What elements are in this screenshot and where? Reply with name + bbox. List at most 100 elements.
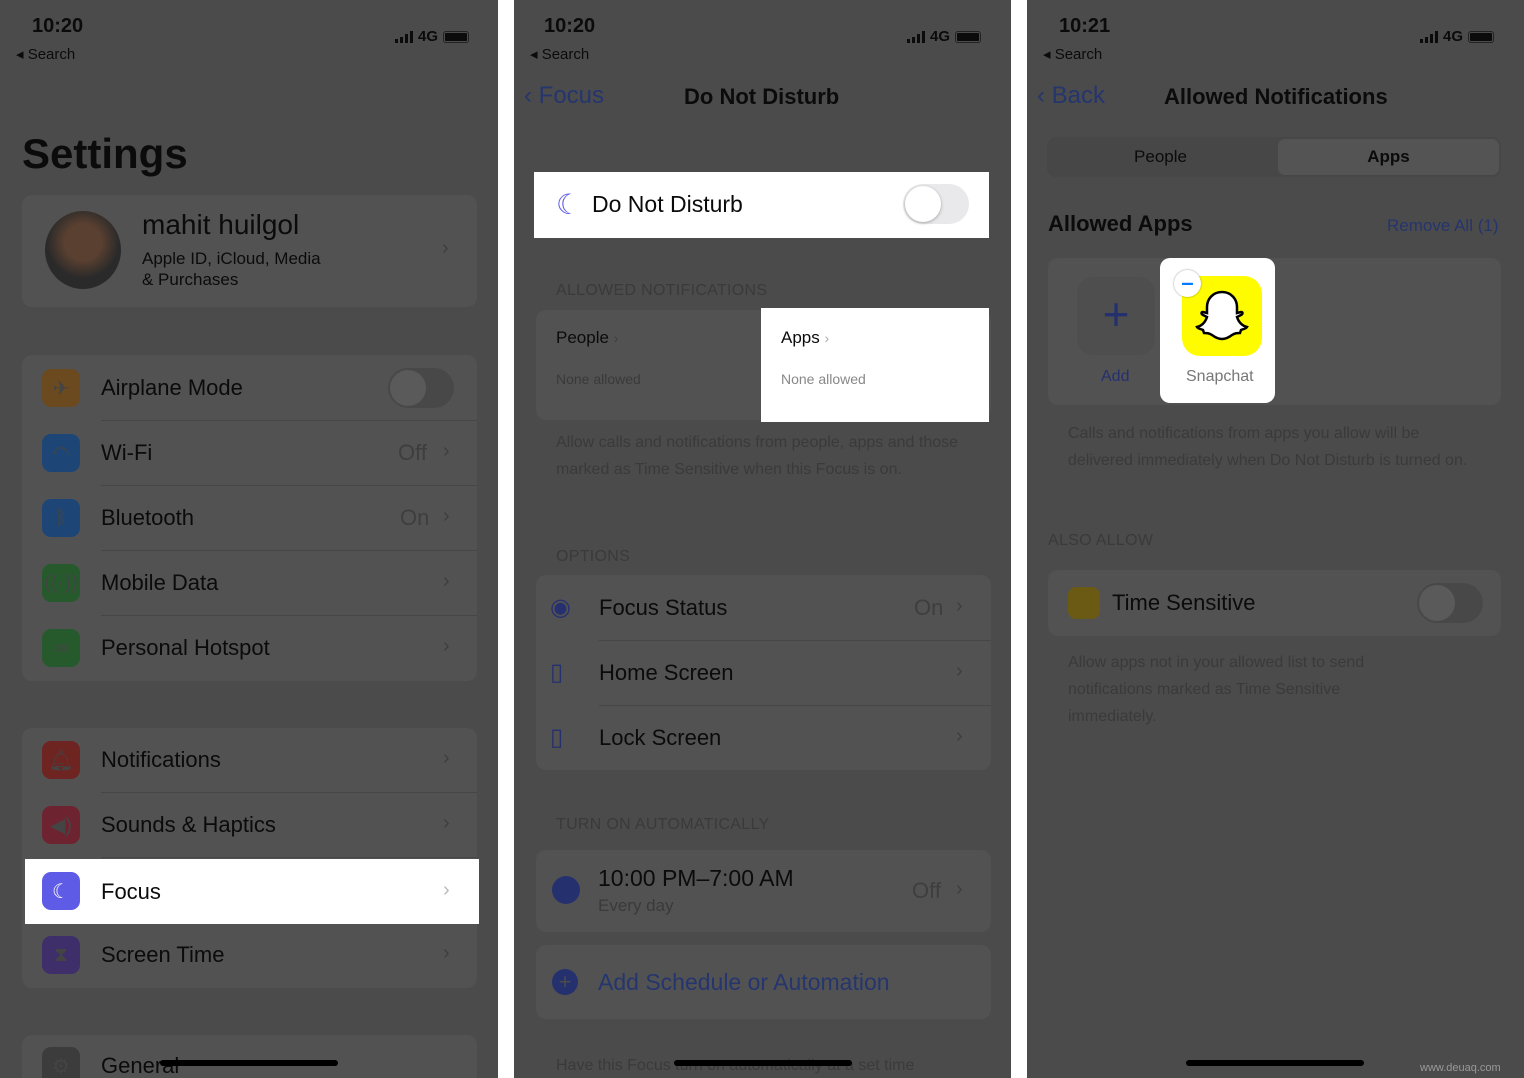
apps-button[interactable]: Apps › None allowed bbox=[761, 308, 989, 422]
dnd-toggle[interactable] bbox=[903, 184, 969, 224]
back-to-search[interactable]: ◂ Search bbox=[1043, 45, 1102, 63]
chevron-right-icon: › bbox=[443, 440, 450, 462]
profile-subtitle-2: & Purchases bbox=[142, 270, 239, 289]
page-title: Settings bbox=[22, 130, 188, 177]
status-icons: 4G bbox=[395, 28, 470, 45]
battery-icon bbox=[1468, 30, 1495, 43]
add-schedule-button[interactable]: + Add Schedule or Automation bbox=[536, 945, 991, 1019]
antenna-icon: ((·)) bbox=[42, 564, 80, 602]
wifi-icon: ◠ bbox=[42, 434, 80, 472]
do-not-disturb-screen: 10:20 ◂ Search 4G ‹ Focus Do Not Disturb… bbox=[514, 0, 1011, 1078]
row-label: Mobile Data bbox=[101, 570, 219, 595]
section-header: TURN ON AUTOMATICALLY bbox=[556, 816, 770, 833]
hotspot-icon: ∞ bbox=[42, 629, 80, 667]
nav-title: Allowed Notifications bbox=[1164, 84, 1388, 109]
general-group bbox=[22, 1035, 477, 1078]
gear-icon: ⚙ bbox=[42, 1047, 80, 1078]
section-header: ALLOWED NOTIFICATIONS bbox=[556, 282, 768, 299]
option-value: On bbox=[914, 595, 944, 620]
clock-badge-icon bbox=[1068, 587, 1100, 619]
chevron-right-icon: › bbox=[443, 747, 450, 769]
focus-status-icon: ◉ bbox=[550, 594, 571, 621]
row-mobile-data[interactable] bbox=[22, 551, 477, 616]
segment-people[interactable]: People bbox=[1047, 137, 1274, 177]
chevron-right-icon: › bbox=[442, 237, 449, 259]
bell-icon: 🔔︎ bbox=[42, 741, 80, 779]
apps-sub: None allowed bbox=[781, 371, 866, 387]
segmented-control: People Apps bbox=[1047, 137, 1501, 177]
moon-icon: ☾ bbox=[556, 189, 582, 220]
row-label: Wi-Fi bbox=[101, 440, 153, 465]
option-label: Focus Status bbox=[599, 595, 728, 620]
back-to-search[interactable]: ◂ Search bbox=[530, 45, 589, 63]
chevron-right-icon: › bbox=[956, 660, 963, 682]
back-button[interactable]: ‹ Back bbox=[1037, 82, 1105, 110]
add-app-button[interactable]: + bbox=[1077, 277, 1155, 355]
chevron-right-icon: › bbox=[956, 725, 963, 747]
battery-icon bbox=[443, 30, 470, 43]
people-label: People bbox=[556, 328, 609, 347]
chevron-right-icon: › bbox=[443, 635, 450, 657]
signal-icon bbox=[395, 30, 413, 43]
row-value: On bbox=[400, 505, 430, 530]
row-label: Sounds & Haptics bbox=[101, 812, 276, 837]
row-notifications[interactable] bbox=[22, 728, 477, 793]
row-label: Personal Hotspot bbox=[101, 635, 270, 660]
home-screen-icon: ▯ bbox=[550, 659, 564, 686]
hourglass-icon: ⧗ bbox=[42, 936, 80, 974]
segment-apps[interactable]: Apps bbox=[1278, 139, 1499, 175]
row-label: Focus bbox=[101, 879, 161, 904]
remove-all-button[interactable]: Remove All (1) bbox=[1387, 216, 1498, 236]
add-label: Add bbox=[1101, 368, 1130, 385]
row-value: Off bbox=[398, 440, 427, 465]
network-label: 4G bbox=[930, 28, 951, 45]
people-button[interactable]: People › bbox=[556, 328, 618, 348]
schedule-time: 10:00 PM–7:00 AM bbox=[598, 865, 794, 891]
bluetooth-icon: ᛒ bbox=[42, 499, 80, 537]
allowed-notifications-screen: 10:21 ◂ Search 4G ‹ Back Allowed Notific… bbox=[1027, 0, 1524, 1078]
schedule-row[interactable]: 10:00 PM–7:00 AM Every day Off › bbox=[536, 850, 991, 932]
back-button[interactable]: ‹ Focus bbox=[524, 82, 604, 110]
schedule-value: Off bbox=[912, 878, 941, 903]
option-label: Home Screen bbox=[599, 660, 734, 685]
chevron-right-icon: › bbox=[956, 595, 963, 617]
dnd-row[interactable]: ☾ Do Not Disturb bbox=[534, 172, 989, 238]
app-label: Snapchat bbox=[1186, 368, 1254, 385]
apps-label: Apps bbox=[781, 328, 820, 347]
divider bbox=[101, 857, 477, 858]
home-indicator bbox=[674, 1060, 852, 1066]
chevron-right-icon: › bbox=[824, 330, 830, 346]
chevron-right-icon: › bbox=[443, 570, 450, 592]
row-focus[interactable]: ☾ Focus › bbox=[25, 859, 479, 924]
apps-description: Calls and notifications from apps you al… bbox=[1068, 425, 1468, 469]
chevron-left-icon: ‹ bbox=[1037, 82, 1052, 109]
back-label: Focus bbox=[538, 82, 605, 109]
time-sensitive-toggle[interactable] bbox=[1417, 583, 1483, 623]
dnd-label: Do Not Disturb bbox=[592, 191, 743, 217]
status-icons: 4G bbox=[1420, 28, 1495, 45]
allowed-apps-heading: Allowed Apps bbox=[1048, 211, 1193, 236]
clock-icon bbox=[552, 876, 580, 904]
snapchat-app-tile[interactable]: – Snapchat bbox=[1160, 258, 1275, 403]
add-schedule-label: Add Schedule or Automation bbox=[598, 969, 890, 995]
airplane-icon: ✈ bbox=[42, 369, 80, 407]
row-screen-time[interactable] bbox=[22, 923, 477, 988]
plus-icon: + bbox=[1102, 288, 1130, 340]
speaker-icon: ◀) bbox=[42, 806, 80, 844]
profile-subtitle: Apple ID, iCloud, Media bbox=[142, 249, 321, 268]
people-sub: None allowed bbox=[556, 371, 641, 387]
status-time: 10:20 bbox=[544, 15, 596, 37]
remove-app-minus-icon[interactable]: – bbox=[1174, 270, 1201, 297]
allowed-description: Allow calls and notifications from peopl… bbox=[556, 434, 959, 478]
nav-title: Do Not Disturb bbox=[684, 84, 840, 109]
home-indicator bbox=[1186, 1060, 1364, 1066]
chevron-right-icon: › bbox=[956, 878, 963, 900]
moon-icon: ☾ bbox=[42, 872, 80, 910]
chevron-right-icon: › bbox=[443, 879, 450, 901]
section-header: OPTIONS bbox=[556, 548, 631, 565]
airplane-toggle[interactable] bbox=[388, 368, 454, 408]
home-indicator bbox=[160, 1060, 338, 1066]
avatar bbox=[45, 211, 121, 289]
profile-card[interactable]: mahit huilgol Apple ID, iCloud, Media & … bbox=[22, 195, 477, 307]
back-to-search[interactable]: ◂ Search bbox=[16, 45, 75, 63]
